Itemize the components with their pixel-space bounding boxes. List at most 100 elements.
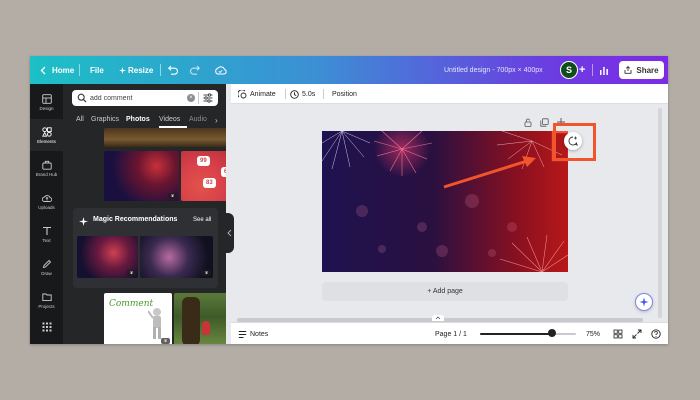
home-button[interactable]: Home [52, 56, 74, 84]
comment-image-text: Comment [109, 299, 154, 309]
add-collaborator-plus-icon[interactable]: + [579, 56, 585, 84]
fireworks-photo-thumbnail[interactable]: ♛ [104, 151, 179, 201]
position-button[interactable]: Position [332, 84, 357, 104]
add-comment-button[interactable] [564, 132, 582, 150]
page-indicator[interactable]: Page 1 / 1 [435, 323, 467, 344]
nature-photo-thumbnail[interactable]: ♛ [174, 293, 226, 344]
text-icon [42, 226, 51, 235]
notes-label: Notes [250, 330, 269, 338]
show-pages-chevron-icon[interactable] [432, 315, 444, 321]
zoom-level[interactable]: 75% [586, 323, 600, 344]
see-all-link[interactable]: See all [193, 217, 211, 223]
tabs-scroll-right-chevron-icon[interactable]: › [215, 116, 218, 125]
crown-icon: ♛ [168, 193, 177, 199]
rail-label: Elements [37, 138, 56, 144]
rail-item-draw[interactable]: Draw [30, 251, 63, 283]
apps-icon [42, 322, 51, 332]
draw-icon [42, 259, 51, 268]
resize-button[interactable]: Resize [128, 56, 153, 84]
comment-plus-icon [568, 136, 578, 146]
rail-item-text[interactable]: Text [30, 218, 63, 250]
top-bar: Home File Resize Untitled design - 700px… [30, 56, 668, 84]
rail-item-uploads[interactable]: Uploads [30, 185, 63, 217]
user-avatar[interactable]: S [560, 61, 578, 79]
tab-graphics[interactable]: Graphics [91, 116, 119, 123]
filter-sliders-icon[interactable] [203, 93, 213, 103]
clear-search-icon[interactable]: × [187, 94, 195, 102]
magic-recommendations-section: Magic Recommendations See all ♛ ♛ [73, 208, 218, 288]
zoom-slider-thumb[interactable] [548, 329, 556, 337]
elements-panel: × All Graphics Photos Videos Audio › ♛ ♛… [63, 84, 226, 344]
animate-button[interactable]: Animate [238, 84, 276, 104]
crown-icon: ♛ [127, 270, 136, 276]
duration-button[interactable]: 5.0s [290, 84, 315, 104]
duplicate-page-icon[interactable] [540, 118, 549, 127]
divider [160, 64, 161, 76]
add-page-button[interactable]: + Add page [322, 282, 568, 301]
back-chevron-icon[interactable] [40, 56, 46, 84]
layout-icon [41, 93, 52, 104]
divider [79, 64, 80, 76]
canva-editor-window: Home File Resize Untitled design - 700px… [30, 56, 668, 344]
fireworks-recommendation-thumbnail[interactable]: ♛ [77, 236, 138, 278]
animate-icon [238, 89, 247, 98]
comment-figure-photo-thumbnail[interactable]: Comment ♛ [104, 293, 172, 344]
fireworks-recommendation-thumbnail-2[interactable]: ♛ [140, 236, 213, 278]
tab-photos[interactable]: Photos [126, 116, 150, 123]
cloud-saved-icon[interactable] [214, 56, 227, 84]
magic-sparkle-icon [79, 217, 88, 226]
insights-chart-icon[interactable] [599, 56, 609, 84]
divider [198, 92, 199, 104]
search-input[interactable] [90, 92, 186, 104]
search-icon [77, 93, 87, 103]
social-reactions-photo-thumbnail[interactable]: 99 67 83 ♛ [181, 151, 226, 201]
rail-label: Text [42, 237, 51, 243]
magic-assistant-button[interactable] [635, 293, 653, 311]
rail-label: Uploads [38, 204, 55, 210]
animate-label: Animate [250, 90, 276, 98]
tab-audio[interactable]: Audio [189, 116, 207, 123]
grid-view-icon[interactable] [613, 329, 623, 339]
notes-button[interactable]: Notes [238, 323, 268, 344]
vertical-scrollbar[interactable] [658, 108, 662, 318]
redo-icon[interactable] [189, 56, 200, 84]
magic-recommendations-title: Magic Recommendations [93, 216, 178, 223]
notes-icon [238, 330, 247, 338]
undo-icon[interactable] [168, 56, 179, 84]
rail-item-elements[interactable]: Elements [30, 119, 63, 151]
file-menu-button[interactable]: File [90, 56, 104, 84]
rail-item-apps[interactable] [30, 312, 63, 344]
folder-icon [41, 293, 52, 301]
panel-collapse-handle[interactable] [226, 213, 234, 253]
upload-icon [41, 194, 52, 202]
share-button[interactable]: Share [619, 61, 664, 79]
duration-label: 5.0s [302, 90, 316, 98]
rail-label: Draw [41, 270, 52, 276]
design-canvas-page[interactable] [322, 131, 568, 272]
hearts-badge: 67 [221, 167, 226, 177]
rail-item-design[interactable]: Design [30, 86, 63, 118]
rail-item-brand-hub[interactable]: Brand Hub [30, 152, 63, 184]
clock-icon [290, 89, 299, 99]
tree-trunk [182, 297, 200, 344]
design-title[interactable]: Untitled design - 700px × 400px [444, 56, 543, 84]
search-box[interactable]: × [72, 90, 218, 106]
lock-page-icon[interactable] [524, 118, 532, 127]
sparkle-icon [639, 297, 649, 307]
divider [592, 64, 593, 76]
photo-thumbnail[interactable]: ♛ [104, 128, 226, 147]
help-icon[interactable] [651, 329, 661, 339]
tab-all[interactable]: All [76, 116, 84, 123]
context-toolbar: Animate 5.0s Position [231, 84, 668, 104]
fullscreen-icon[interactable] [632, 329, 642, 339]
rail-label: Projects [38, 303, 55, 309]
zoom-slider-fill [480, 333, 552, 335]
zoom-slider-track[interactable] [480, 333, 576, 335]
resize-sparkle-icon [119, 56, 126, 84]
crown-icon: ♛ [161, 338, 170, 344]
rail-label: Design [39, 105, 54, 111]
fireworks-image[interactable] [322, 131, 568, 272]
3d-figure-illustration [148, 308, 161, 339]
share-upload-icon [624, 66, 632, 74]
tab-videos[interactable]: Videos [159, 116, 180, 123]
